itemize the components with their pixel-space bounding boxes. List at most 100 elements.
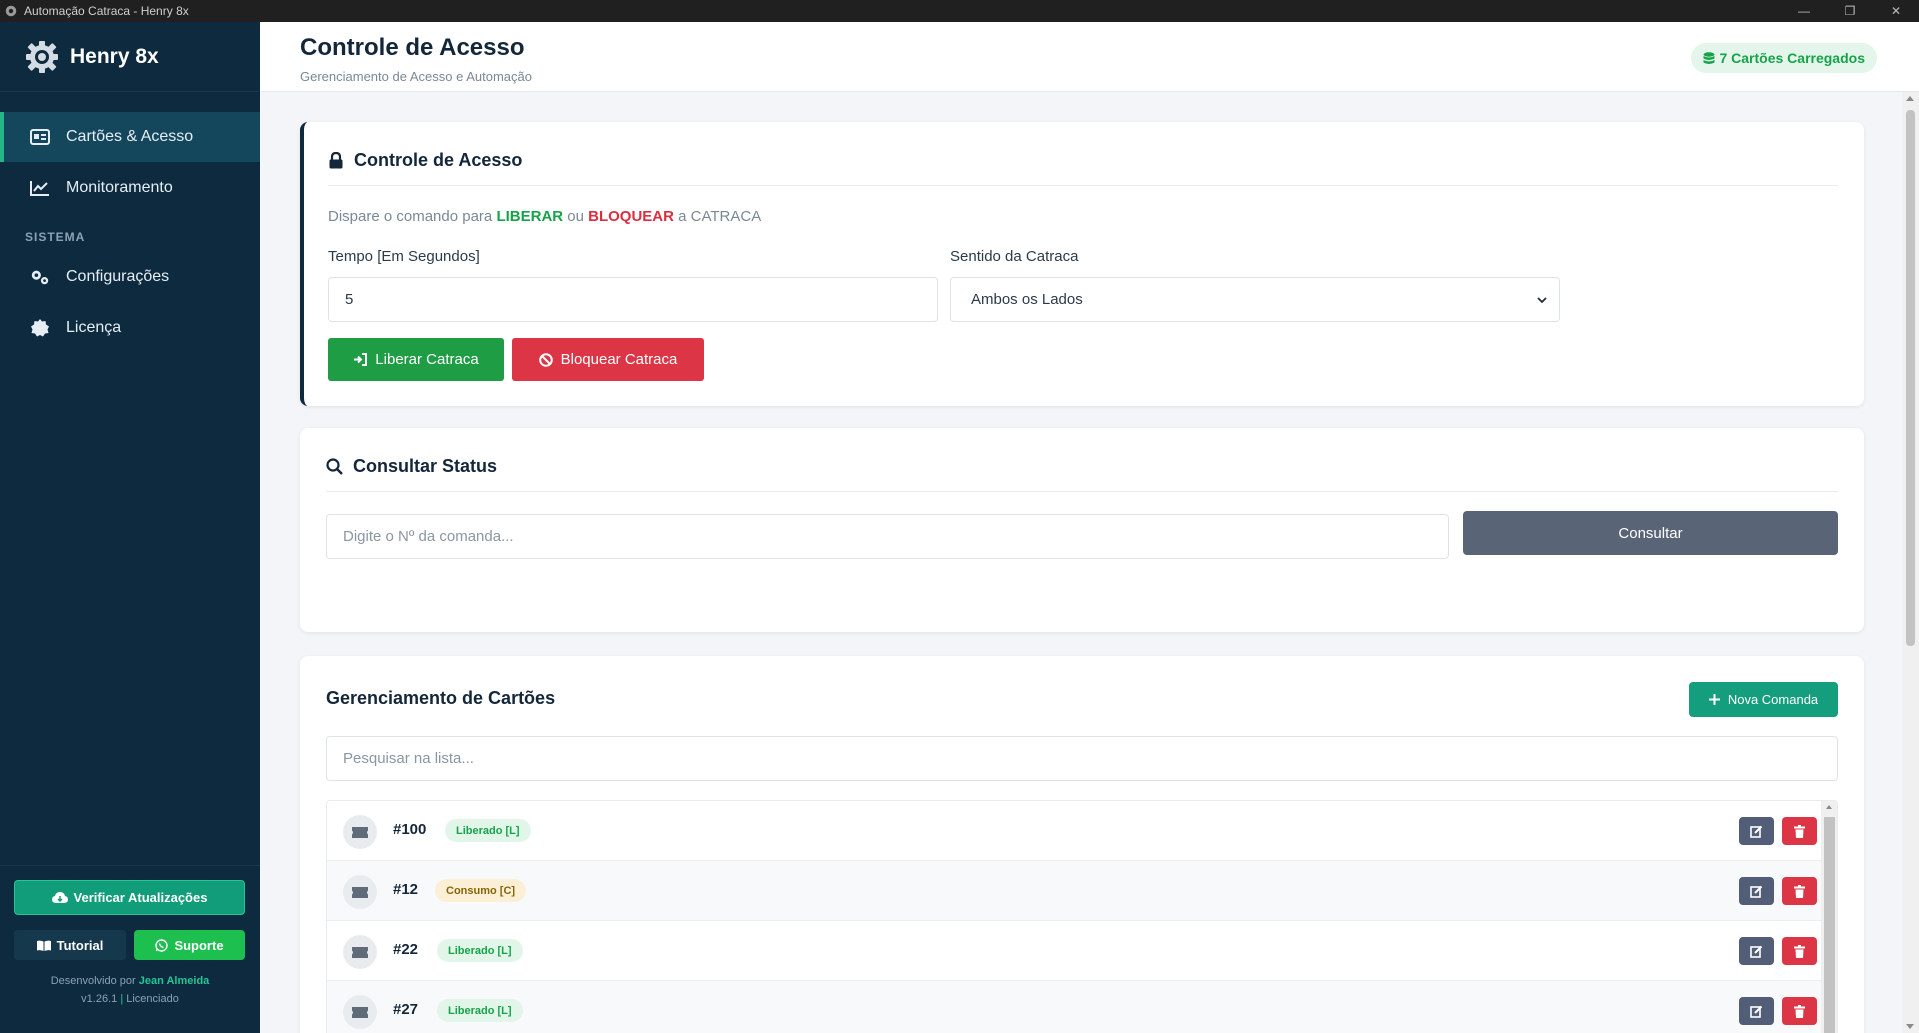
list-scrollbar-thumb[interactable] (1824, 817, 1835, 1033)
delete-button[interactable] (1782, 817, 1817, 845)
sidebar-item-monitoramento[interactable]: Monitoramento (0, 163, 260, 213)
delete-button[interactable] (1782, 997, 1817, 1025)
ticket-icon (343, 875, 377, 909)
cards-card-title: Gerenciamento de Cartões (326, 688, 556, 708)
sidebar-footer: Verificar Atualizações Tutorial Suporte … (0, 865, 260, 1008)
scrollbar-thumb[interactable] (1906, 110, 1915, 646)
trash-icon (1794, 1004, 1805, 1018)
edit-icon (1750, 825, 1763, 838)
id-card-icon (30, 128, 50, 146)
edit-button[interactable] (1739, 877, 1774, 905)
sidebar-item-configuracoes[interactable]: Configurações (0, 252, 260, 302)
credit-author[interactable]: Jean Almeida (139, 975, 210, 987)
ticket-icon (343, 995, 377, 1029)
card-id: #100 (393, 821, 427, 838)
desc-ou: ou (567, 208, 584, 225)
card-id: #22 (393, 941, 419, 958)
bloquear-label: Bloquear Catraca (560, 351, 678, 368)
trash-icon (1794, 944, 1805, 958)
tutorial-label: Tutorial (56, 937, 104, 953)
access-description: Dispare o comando para LIBERAR ou BLOQUE… (328, 208, 761, 225)
consultar-button[interactable]: Consultar (1463, 511, 1838, 555)
ticket-icon (343, 935, 377, 969)
gear-logo-icon (26, 40, 58, 73)
cards-list: #100 Liberado [L] #12 Consumo [C] #22 Li… (326, 800, 1838, 1033)
window-title: Automação Catraca - Henry 8x (24, 4, 189, 18)
plus-icon (1708, 694, 1720, 705)
edit-button[interactable] (1739, 997, 1774, 1025)
database-icon (1703, 51, 1715, 64)
card-id: #27 (393, 1001, 419, 1018)
sidebar-item-cartoes-acesso[interactable]: Cartões & Acesso (0, 112, 260, 162)
time-input-value: 5 (345, 291, 354, 308)
main-scrollbar[interactable] (1902, 92, 1919, 1033)
lock-icon (329, 152, 343, 169)
close-button[interactable]: ✕ (1873, 0, 1919, 22)
sidebar-item-label: Configurações (66, 268, 170, 285)
time-input[interactable]: 5 (328, 277, 938, 322)
bloquear-catraca-button[interactable]: Bloquear Catraca (512, 338, 704, 381)
license-status: Licenciado (126, 993, 179, 1005)
edit-icon (1750, 1005, 1763, 1018)
check-updates-button[interactable]: Verificar Atualizações (14, 880, 245, 915)
tutorial-button[interactable]: Tutorial (14, 930, 126, 960)
comanda-number-input[interactable]: Digite o Nº da comanda... (326, 514, 1449, 559)
delete-button[interactable] (1782, 937, 1817, 965)
card-id: #12 (393, 881, 419, 898)
support-button[interactable]: Suporte (134, 930, 245, 960)
list-search-input[interactable]: Pesquisar na lista... (326, 736, 1838, 781)
cards-management-card: Gerenciamento de Cartões Nova Comanda Pe… (300, 656, 1864, 1033)
book-icon (36, 940, 51, 951)
minimize-button[interactable]: — (1781, 0, 1827, 22)
desc-bloquear: BLOQUEAR (588, 208, 674, 225)
credits: Desenvolvido por Jean Almeida v1.26.1 | … (14, 972, 246, 1008)
edit-button[interactable] (1739, 937, 1774, 965)
desc-suffix: a CATRACA (678, 208, 762, 225)
gear-icon (5, 5, 17, 17)
list-scroll-up-arrow[interactable] (1826, 805, 1832, 809)
desc-prefix: Dispare o comando para (328, 208, 493, 225)
delete-button[interactable] (1782, 877, 1817, 905)
ticket-icon (343, 815, 377, 849)
scroll-up-arrow[interactable] (1906, 96, 1914, 101)
chart-line-icon (30, 179, 50, 197)
window-titlebar: Automação Catraca - Henry 8x — ❐ ✕ (0, 0, 1919, 22)
divider (326, 491, 1838, 492)
cloud-download-icon (51, 891, 68, 903)
sign-in-icon (354, 353, 368, 366)
list-scrollbar[interactable] (1821, 801, 1837, 1033)
sidebar-section-sistema: SISTEMA (25, 230, 86, 244)
chevron-down-icon (1537, 296, 1547, 303)
sidebar-nav: Cartões & Acesso Monitoramento SISTEMA C… (0, 92, 260, 353)
comanda-input-placeholder: Digite o Nº da comanda... (343, 528, 514, 545)
edit-icon (1750, 885, 1763, 898)
scroll-down-arrow[interactable] (1906, 1024, 1914, 1029)
divider (328, 185, 1838, 186)
cards-loaded-badge: 7 Cartões Carregados (1691, 43, 1877, 73)
liberar-label: Liberar Catraca (375, 351, 479, 368)
list-item[interactable]: #22 Liberado [L] (327, 921, 1821, 981)
status-card-title: Consultar Status (326, 456, 497, 477)
brand-name: Henry 8x (70, 44, 159, 68)
list-item[interactable]: #27 Liberado [L] (327, 981, 1821, 1033)
list-item[interactable]: #12 Consumo [C] (327, 861, 1821, 921)
trash-icon (1794, 884, 1805, 898)
restore-button[interactable]: ❐ (1827, 0, 1873, 22)
status-badge: Liberado [L] (437, 999, 523, 1022)
liberar-catraca-button[interactable]: Liberar Catraca (328, 338, 504, 381)
status-badge: Liberado [L] (437, 939, 523, 962)
list-item[interactable]: #100 Liberado [L] (327, 801, 1821, 861)
sidebar-item-label: Licença (66, 319, 122, 336)
status-card: Consultar Status Digite o Nº da comanda.… (300, 428, 1864, 632)
direction-select[interactable]: Ambos os Lados (950, 277, 1560, 322)
sidebar-item-licenca[interactable]: Licença (0, 303, 260, 353)
nova-comanda-button[interactable]: Nova Comanda (1689, 682, 1838, 717)
certificate-icon (30, 319, 50, 337)
check-updates-label: Verificar Atualizações (73, 890, 208, 905)
access-card-title-text: Controle de Acesso (354, 150, 523, 170)
ban-icon (538, 352, 553, 367)
desc-liberar: LIBERAR (496, 208, 564, 225)
status-badge: Consumo [C] (435, 879, 527, 902)
edit-button[interactable] (1739, 817, 1774, 845)
status-badge: Liberado [L] (445, 819, 531, 842)
